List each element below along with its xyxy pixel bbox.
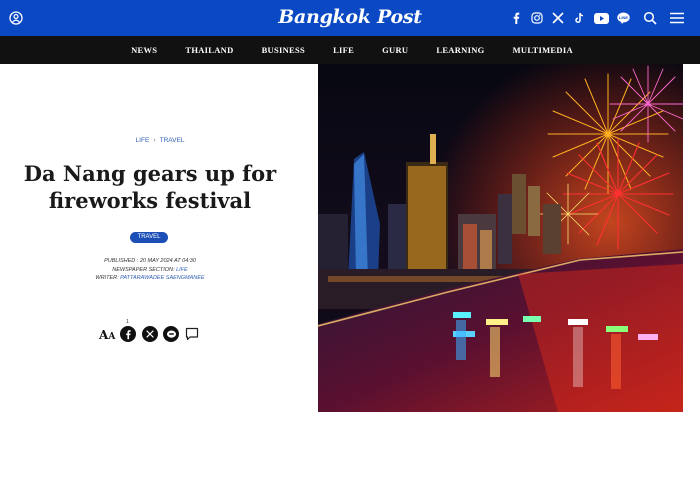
- menu-icon[interactable]: [670, 12, 684, 24]
- article-title: Da Nang gears up for fireworks festival: [20, 160, 280, 214]
- youtube-icon[interactable]: [592, 10, 610, 26]
- article-title-line-2: fireworks festival: [48, 188, 252, 213]
- nav-item-learning[interactable]: LEARNING: [436, 36, 484, 64]
- breadcrumb-life[interactable]: LIFE: [136, 137, 150, 144]
- writer-link[interactable]: PATTARAWADEE SAENGMANEE: [120, 275, 204, 281]
- breadcrumb-separator: ›: [153, 137, 156, 144]
- writer: WRITER: PATTARAWADEE SAENGMANEE: [70, 274, 230, 283]
- share-line-icon[interactable]: [163, 326, 179, 342]
- comment-icon[interactable]: [185, 327, 199, 341]
- section-link[interactable]: LIFE: [176, 267, 188, 273]
- share-facebook-icon[interactable]: [120, 326, 136, 342]
- nav-item-news[interactable]: NEWS: [131, 36, 157, 64]
- site-logo[interactable]: Bangkok Post: [270, 6, 430, 28]
- tiktok-icon[interactable]: [571, 10, 587, 26]
- share-bar: AA 1: [99, 319, 209, 345]
- line-icon[interactable]: LINE: [615, 10, 631, 26]
- facebook-icon[interactable]: [508, 10, 524, 26]
- instagram-icon[interactable]: [529, 10, 545, 26]
- nav-item-multimedia[interactable]: MULTIMEDIA: [513, 36, 573, 64]
- hero-image: [318, 64, 683, 412]
- newspaper-section: NEWSPAPER SECTION: LIFE: [70, 266, 230, 275]
- article-meta: PUBLISHED : 20 MAY 2024 AT 04:30 NEWSPAP…: [70, 257, 230, 283]
- breadcrumb: LIFE › TRAVEL: [100, 137, 220, 144]
- user-icon[interactable]: [9, 11, 23, 25]
- top-bar: Bangkok Post LINE: [0, 0, 700, 36]
- nav-item-guru[interactable]: GURU: [382, 36, 408, 64]
- fireworks-city-illustration: [318, 64, 683, 412]
- nav-item-thailand[interactable]: THAILAND: [185, 36, 233, 64]
- nav-item-life[interactable]: LIFE: [333, 36, 354, 64]
- social-links: LINE: [508, 10, 636, 26]
- main-nav: NEWS THAILAND BUSINESS LIFE GURU LEARNIN…: [0, 36, 700, 64]
- breadcrumb-travel[interactable]: TRAVEL: [160, 137, 185, 144]
- x-icon[interactable]: [550, 10, 566, 26]
- font-size-label: A: [99, 328, 109, 342]
- tag-travel[interactable]: TRAVEL: [130, 232, 168, 243]
- font-size-button[interactable]: AA: [99, 328, 115, 342]
- search-icon[interactable]: [643, 11, 657, 25]
- article-title-line-1: Da Nang gears up for: [23, 161, 277, 186]
- writer-label: WRITER:: [95, 275, 121, 281]
- nav-item-business[interactable]: BUSINESS: [262, 36, 306, 64]
- share-x-icon[interactable]: [142, 326, 158, 342]
- share-count: 1: [126, 319, 129, 325]
- published-date: PUBLISHED : 20 MAY 2024 AT 04:30: [104, 258, 196, 264]
- font-size-label-small: A: [108, 332, 116, 342]
- svg-text:LINE: LINE: [618, 15, 627, 20]
- section-label: NEWSPAPER SECTION:: [112, 266, 177, 273]
